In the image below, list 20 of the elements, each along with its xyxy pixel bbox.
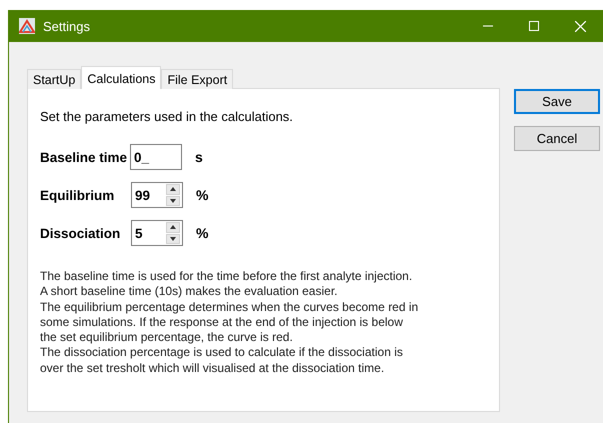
window-title: Settings [43,18,91,34]
input-field[interactable]: 0_ [130,144,182,170]
field-label: Equilibrium [40,188,116,202]
spinner-field[interactable]: 99 [131,182,183,208]
dialog-button[interactable]: Cancel [514,126,600,151]
spinner-field[interactable]: 5 [131,220,183,246]
unit-label: % [196,187,208,203]
tab[interactable]: File Export [161,69,234,89]
unit-label: s [195,149,203,165]
tab[interactable]: StartUp [27,69,82,89]
maximize-icon[interactable] [529,21,539,31]
tab[interactable]: Calculations [81,66,162,89]
close-icon[interactable] [574,20,586,32]
app-logo-icon [19,18,35,34]
dialog-button[interactable]: Save [514,89,600,114]
field-label: Dissociation [40,226,122,240]
unit-label: % [196,225,208,241]
field-label: Baseline time [40,150,128,164]
description-text: The baseline time is used for the time before the first analyte injection. A short baseline time (10s) makes the evaluation easier. The equilibrium percentage determines when the curves become red in some simulations. If the response at the end of the injection is below the set equilibrium percentage, the curve is red. The dissociation percentage is used to calculate if the dissociation is over the set tresholt which will visualised at the dissociation time. [40,269,420,376]
intro-text: Set the parameters used in the calculations. [40,109,294,124]
